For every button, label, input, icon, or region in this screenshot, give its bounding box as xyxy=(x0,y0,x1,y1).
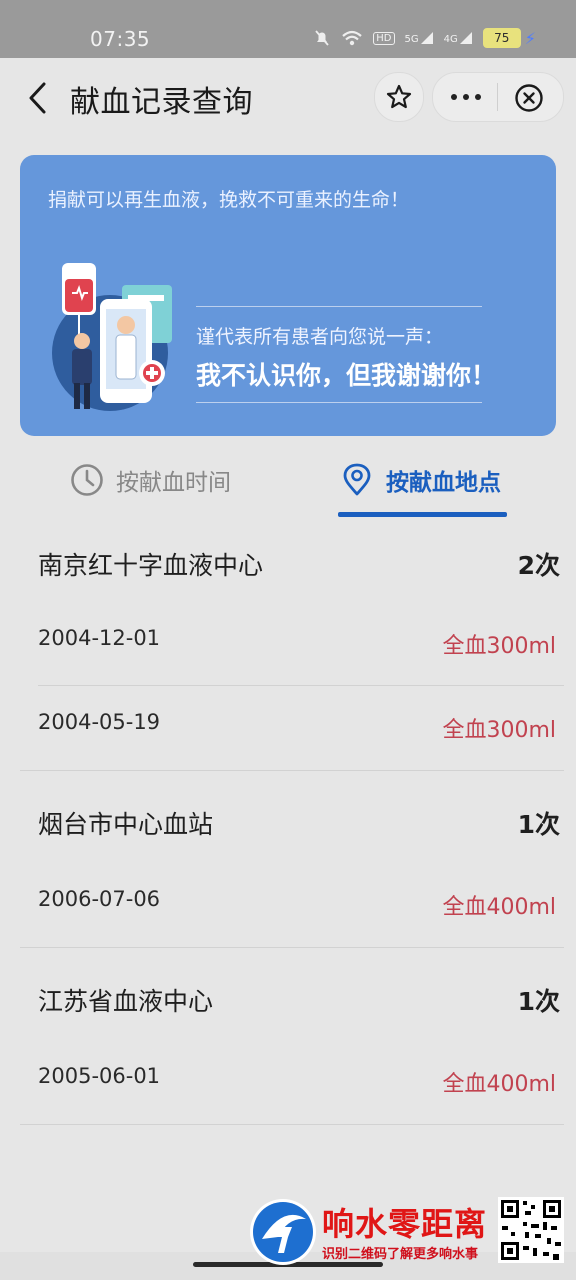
record-amount: 全血300ml xyxy=(442,718,556,743)
active-tab-indicator xyxy=(338,512,507,517)
record-row: 2006-07-06 全血400ml xyxy=(0,863,576,947)
record-amount: 全血400ml xyxy=(442,895,556,920)
close-icon[interactable] xyxy=(513,82,545,114)
location-group-header: 江苏省血液中心 1次 xyxy=(0,948,576,1040)
nav-bar: 献血记录查询 xyxy=(0,58,576,140)
location-name: 烟台市中心血站 xyxy=(38,810,214,839)
banner-slogan: 捐献可以再生血液，挽救不可重来的生命！ xyxy=(48,189,410,211)
tab-by-time[interactable]: 按献血时间 xyxy=(70,452,231,508)
record-date: 2004-12-01 xyxy=(38,626,161,650)
signal-5g-icon: 5G xyxy=(405,31,434,45)
location-group-header: 南京红十字血液中心 2次 xyxy=(0,522,576,602)
watermark: 响水零距离 识别二维码了解更多响水事 xyxy=(248,1197,570,1275)
clock-icon xyxy=(71,464,103,496)
record-list: 南京红十字血液中心 2次 2004-12-01 全血300ml 2004-05-… xyxy=(0,522,576,1125)
record-date: 2006-07-06 xyxy=(38,887,161,911)
charging-icon: ⚡ xyxy=(524,28,536,48)
location-group-header: 烟台市中心血站 1次 xyxy=(0,771,576,863)
star-icon xyxy=(386,84,412,109)
tab-by-location[interactable]: 按献血地点 xyxy=(340,452,501,508)
battery-indicator: 75 xyxy=(482,28,521,48)
banner-divider-top xyxy=(196,306,482,307)
favorite-button[interactable] xyxy=(374,72,424,122)
record-row: 2004-05-19 全血300ml xyxy=(0,686,576,770)
watermark-title: 响水零距离 xyxy=(322,1205,488,1243)
page-title: 献血记录查询 xyxy=(70,85,253,120)
record-amount: 全血400ml xyxy=(442,1072,556,1097)
donation-count: 1次 xyxy=(517,810,560,839)
status-time: 07:35 xyxy=(90,27,151,51)
slogan-banner: 捐献可以再生血液，挽救不可重来的生命！ 谨代表所有患者向您说一声： 我不认识你，… xyxy=(20,155,556,436)
location-pin-icon xyxy=(343,463,371,496)
record-date: 2004-05-19 xyxy=(38,710,161,734)
tab-by-time-label: 按献血时间 xyxy=(116,470,231,496)
tab-by-location-label: 按献血地点 xyxy=(386,470,501,496)
watermark-subtitle: 识别二维码了解更多响水事 xyxy=(322,1247,479,1262)
record-row: 2004-12-01 全血300ml xyxy=(0,602,576,686)
donation-count: 2次 xyxy=(517,551,560,580)
sort-tabs: 按献血时间 按献血地点 xyxy=(0,452,576,522)
status-icons: HD 5G 4G 75 ⚡ xyxy=(313,28,536,48)
donation-count: 1次 xyxy=(517,987,560,1016)
signal-4g-icon: 4G xyxy=(444,31,473,45)
banner-main-text: 我不认识你，但我谢谢你！ xyxy=(196,361,497,390)
back-arrow-icon[interactable] xyxy=(24,79,56,117)
record-date: 2005-06-01 xyxy=(38,1064,161,1088)
banner-divider-bottom xyxy=(196,402,482,403)
group-divider xyxy=(20,1124,564,1125)
capsule-divider xyxy=(497,83,498,111)
watermark-logo xyxy=(250,1199,316,1265)
record-row: 2005-06-01 全血400ml xyxy=(0,1040,576,1124)
hd-icon: HD xyxy=(373,31,395,45)
blood-donation-illustration xyxy=(52,263,172,411)
mini-program-capsule xyxy=(432,72,564,122)
banner-subtext: 谨代表所有患者向您说一声： xyxy=(196,326,444,348)
qr-code-icon xyxy=(498,1197,564,1263)
record-amount: 全血300ml xyxy=(442,634,556,659)
status-bar: 07:35 HD 5G 4G 75 ⚡ xyxy=(0,0,576,58)
location-name: 江苏省血液中心 xyxy=(38,987,214,1016)
wifi-icon xyxy=(342,30,363,46)
more-icon[interactable] xyxy=(451,83,481,111)
mute-bell-icon xyxy=(315,30,329,46)
location-name: 南京红十字血液中心 xyxy=(38,551,264,580)
